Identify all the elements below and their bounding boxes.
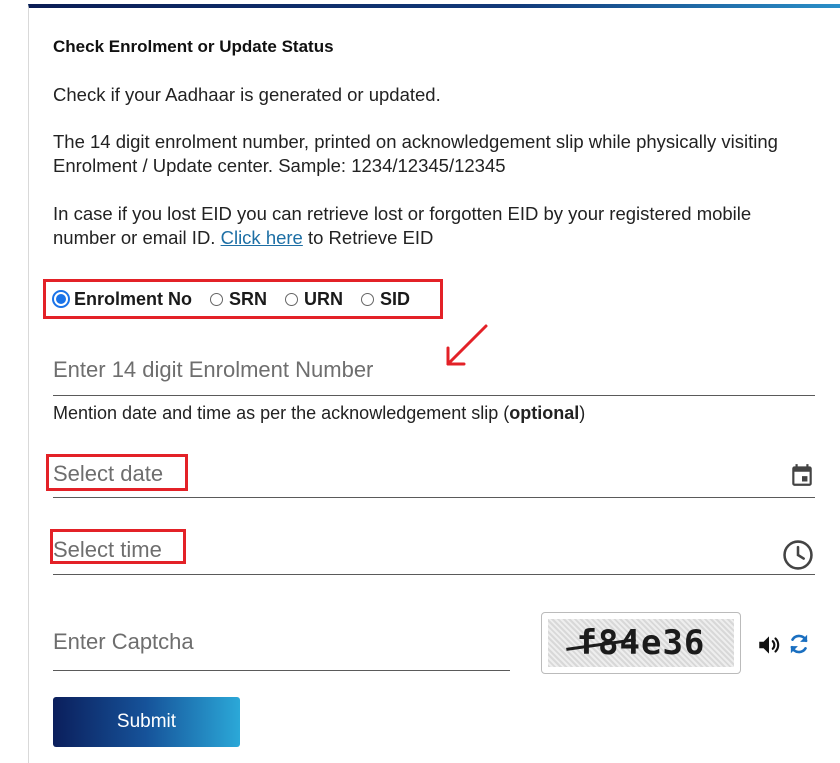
hint-suffix: ) bbox=[579, 403, 586, 423]
radio-enrolment-no[interactable]: Enrolment No bbox=[52, 289, 192, 310]
date-input[interactable] bbox=[53, 458, 815, 490]
retrieve-eid-suffix: to Retrieve EID bbox=[302, 227, 434, 248]
id-type-radio-group: Enrolment No SRN URN SID bbox=[52, 287, 428, 311]
radio-label-enrolment-no: Enrolment No bbox=[74, 288, 193, 309]
date-time-hint: Mention date and time as per the acknowl… bbox=[53, 403, 585, 424]
radio-sid[interactable]: SID bbox=[361, 289, 410, 310]
retrieve-eid-text: In case if you lost EID you can retrieve… bbox=[53, 202, 813, 250]
radio-unchecked-icon[interactable] bbox=[285, 292, 299, 306]
refresh-icon[interactable] bbox=[786, 630, 812, 663]
enrolment-description: The 14 digit enrolment number, printed o… bbox=[53, 131, 778, 176]
calendar-icon[interactable] bbox=[789, 462, 815, 493]
captcha-image: f84e36 bbox=[541, 612, 741, 674]
radio-srn[interactable]: SRN bbox=[210, 289, 267, 310]
captcha-input[interactable] bbox=[53, 626, 510, 658]
speaker-icon[interactable] bbox=[756, 632, 782, 663]
hint-optional: optional bbox=[509, 403, 580, 423]
radio-label-sid: SID bbox=[380, 288, 411, 309]
enrolment-number-input[interactable] bbox=[53, 354, 815, 386]
radio-label-srn: SRN bbox=[229, 288, 268, 309]
radio-label-urn: URN bbox=[304, 288, 344, 309]
enrolment-number-field[interactable] bbox=[53, 354, 815, 396]
submit-button[interactable]: Submit bbox=[53, 697, 240, 747]
captcha-field[interactable] bbox=[53, 626, 510, 671]
captcha-text: f84e36 bbox=[548, 619, 734, 667]
page-title: Check Enrolment or Update Status bbox=[53, 37, 334, 56]
retrieve-eid-link[interactable]: Click here bbox=[221, 227, 303, 248]
date-field[interactable] bbox=[53, 458, 815, 498]
radio-unchecked-icon[interactable] bbox=[361, 292, 375, 306]
intro-text: Check if your Aadhaar is generated or up… bbox=[53, 84, 441, 105]
radio-checked-icon[interactable] bbox=[52, 290, 70, 308]
time-input[interactable] bbox=[53, 534, 815, 566]
radio-unchecked-icon[interactable] bbox=[210, 292, 224, 306]
clock-icon[interactable] bbox=[781, 538, 815, 577]
radio-urn[interactable]: URN bbox=[285, 289, 343, 310]
time-field[interactable] bbox=[53, 534, 815, 575]
hint-prefix: Mention date and time as per the acknowl… bbox=[53, 403, 510, 423]
